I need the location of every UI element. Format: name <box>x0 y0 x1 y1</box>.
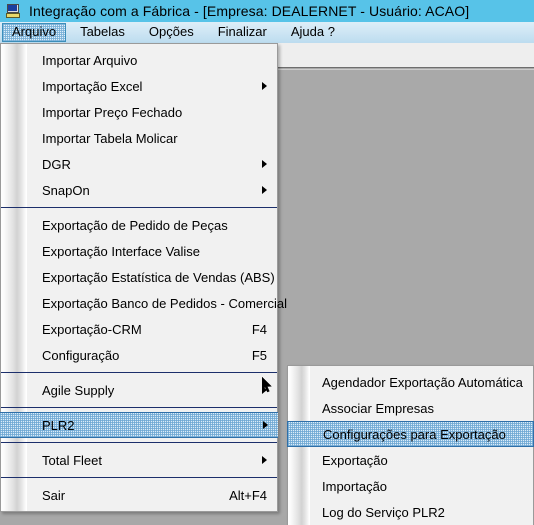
menubar-item-tabelas[interactable]: Tabelas <box>70 23 135 42</box>
menubar-item-opcoes[interactable]: Opções <box>139 23 204 42</box>
submenu-item-associar-empresas[interactable]: Associar Empresas <box>288 395 533 421</box>
window-title: Integração com a Fábrica - [Empresa: DEA… <box>29 3 470 19</box>
menu-item-exportacao-banco-de-pedidos-comercial[interactable]: Exportação Banco de Pedidos - Comercial <box>1 290 287 316</box>
submenu-item-importacao[interactable]: Importação <box>288 473 533 499</box>
menu-item-label: Importação Excel <box>42 78 143 94</box>
menu-item-label: Exportação Interface Valise <box>42 243 201 259</box>
menu-item-label: Exportação de Pedido de Peças <box>42 217 228 233</box>
menu-item-exportacao-crm[interactable]: Exportação-CRM F4 <box>1 316 277 342</box>
title-bar: Integração com a Fábrica - [Empresa: DEA… <box>0 0 534 22</box>
menu-item-label: DGR <box>42 156 71 172</box>
menu-item-importacao-excel[interactable]: Importação Excel <box>1 73 277 99</box>
menu-item-dgr[interactable]: DGR <box>1 151 277 177</box>
menu-item-exportacao-de-pedido-de-pecas[interactable]: Exportação de Pedido de Peças <box>1 212 277 238</box>
submenu-item-log-do-servico-plr2[interactable]: Log do Serviço PLR2 <box>288 499 533 525</box>
menubar-item-label: Tabelas <box>80 24 125 39</box>
arquivo-dropdown-menu: Importar Arquivo Importação Excel Importar… <box>0 43 287 512</box>
menu-item-label: Total Fleet <box>42 452 102 468</box>
menubar-item-label: Opções <box>148 24 194 39</box>
menu-item-exportacao-interface-valise[interactable]: Exportação Interface Valise <box>1 238 277 264</box>
menubar-item-arquivo[interactable]: Arquivo <box>2 23 67 42</box>
submenu-arrow-icon <box>262 82 267 90</box>
menu-item-shortcut: Alt+F4 <box>229 487 267 503</box>
menubar-item-label: Finalizar <box>217 24 267 39</box>
menu-item-agile-supply[interactable]: Agile Supply <box>1 377 277 403</box>
submenu-arrow-icon <box>262 456 267 464</box>
menu-item-label: Importação <box>322 478 388 494</box>
menu-item-label: Exportação Banco de Pedidos - Comercial <box>42 295 287 311</box>
menu-separator <box>1 477 277 478</box>
menu-item-sair[interactable]: Sair Alt+F4 <box>1 482 277 508</box>
menu-item-label: Configurações para Exportação <box>323 426 506 442</box>
menu-item-exportacao-estatistica-de-vendas-abs[interactable]: Exportação Estatística de Vendas (ABS) <box>1 264 277 290</box>
submenu-item-configuracoes-para-exportacao[interactable]: Configurações para Exportação <box>287 421 534 447</box>
menu-item-configuracao[interactable]: Configuração F5 <box>1 342 277 368</box>
menubar-item-ajuda[interactable]: Ajuda ? <box>281 23 345 42</box>
menu-item-plr2[interactable]: PLR2 <box>0 412 278 438</box>
menu-item-label: Agendador Exportação Automática <box>322 374 523 390</box>
submenu-item-exportacao[interactable]: Exportação <box>288 447 533 473</box>
menu-item-shortcut: F4 <box>251 321 267 337</box>
menu-item-label: Importar Arquivo <box>42 52 138 68</box>
submenu-arrow-icon <box>262 160 267 168</box>
plr2-submenu: Agendador Exportação Automática Associar … <box>287 365 534 525</box>
menu-item-label: Importar Tabela Molicar <box>42 130 178 146</box>
menu-separator <box>1 442 277 443</box>
menu-separator <box>1 407 277 408</box>
menubar-item-label: Arquivo <box>12 24 57 39</box>
menu-item-importar-tabela-molicar[interactable]: Importar Tabela Molicar <box>1 125 277 151</box>
menu-item-label: Exportação <box>322 452 388 468</box>
menu-item-label: SnapOn <box>42 182 90 198</box>
menu-separator <box>1 372 277 373</box>
menu-item-label: Associar Empresas <box>322 400 434 416</box>
menu-item-shortcut: F5 <box>251 347 267 363</box>
menu-item-label: Sair <box>42 487 66 503</box>
arquivo-menu-items: Importar Arquivo Importação Excel Importar… <box>0 47 287 508</box>
menu-bar: Arquivo Tabelas Opções Finalizar Ajuda ? <box>0 22 534 43</box>
plr2-submenu-items: Agendador Exportação Automática Associar … <box>287 369 534 525</box>
menu-item-label: Log do Serviço PLR2 <box>322 504 445 520</box>
menu-item-label: Exportação-CRM <box>42 321 142 337</box>
menubar-item-finalizar[interactable]: Finalizar <box>208 23 277 42</box>
submenu-arrow-icon <box>263 421 268 429</box>
menu-item-label: Importar Preço Fechado <box>42 104 183 120</box>
menu-item-label: Agile Supply <box>42 382 115 398</box>
submenu-arrow-icon <box>262 186 267 194</box>
menu-item-snapon[interactable]: SnapOn <box>1 177 277 203</box>
computer-monitor-icon <box>5 3 21 19</box>
application-window: Integração com a Fábrica - [Empresa: DEA… <box>0 0 534 525</box>
menu-item-label: Configuração <box>42 347 120 363</box>
menu-item-importar-preco-fechado[interactable]: Importar Preço Fechado <box>1 99 277 125</box>
menu-item-importar-arquivo[interactable]: Importar Arquivo <box>1 47 277 73</box>
menu-separator <box>1 207 277 208</box>
menu-item-label: PLR2 <box>42 417 75 433</box>
menu-item-total-fleet[interactable]: Total Fleet <box>1 447 277 473</box>
menubar-item-label: Ajuda ? <box>290 24 335 39</box>
menu-item-label: Exportação Estatística de Vendas (ABS) <box>42 269 275 285</box>
submenu-arrow-icon <box>262 386 267 394</box>
submenu-item-agendador-exportacao-automatica[interactable]: Agendador Exportação Automática <box>288 369 533 395</box>
